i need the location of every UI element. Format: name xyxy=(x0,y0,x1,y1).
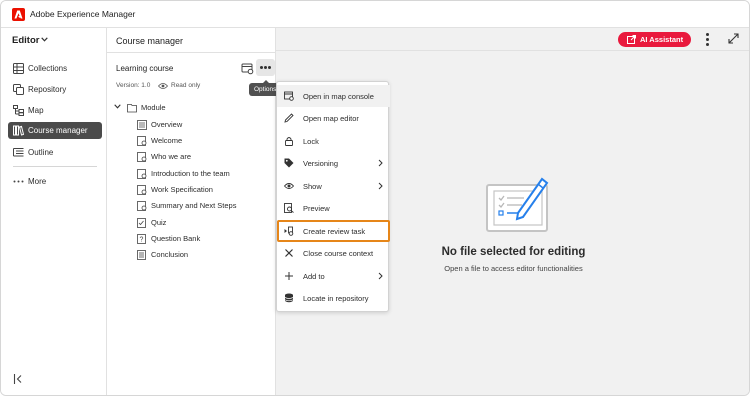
plus-icon xyxy=(285,272,293,280)
adobe-logo-icon xyxy=(12,8,25,21)
pencil-icon xyxy=(284,113,294,123)
tag-icon xyxy=(284,158,294,168)
expand-icon[interactable] xyxy=(728,33,739,44)
ellipsis-icon xyxy=(13,180,24,183)
close-icon xyxy=(285,249,293,257)
options-menu: Open in map console Open map editor Lock… xyxy=(276,81,390,312)
app-header: Adobe Experience Manager xyxy=(1,1,749,28)
outline-icon xyxy=(13,148,24,157)
course-version: Version: 1.0 xyxy=(116,82,151,89)
tree-node-label: Welcome xyxy=(151,136,183,145)
menu-item-locate-in-repository[interactable]: Locate in repository xyxy=(277,287,390,309)
chevron-down-icon[interactable] xyxy=(114,104,121,109)
menu-item-label: Add to xyxy=(303,272,325,281)
menu-item-label: Preview xyxy=(303,204,330,213)
menu-item-preview[interactable]: Preview xyxy=(277,197,390,219)
eye-icon xyxy=(284,183,294,189)
review-task-icon xyxy=(284,226,294,236)
menu-item-label: Open map editor xyxy=(303,114,359,123)
topic-icon xyxy=(137,152,147,162)
left-navigation: Editor Collections Repository Map Course… xyxy=(1,28,107,395)
tree-node-label: Overview xyxy=(151,120,183,129)
course-manager-icon xyxy=(13,125,24,136)
sidebar-item-collections[interactable]: Collections xyxy=(8,60,102,77)
tree-node-label: Who we are xyxy=(151,152,192,161)
topic-icon xyxy=(137,136,147,146)
more-options-icon[interactable] xyxy=(706,33,710,46)
tree-node-label: Summary and Next Steps xyxy=(151,201,237,210)
sidebar-item-label: Course manager xyxy=(28,126,88,135)
chevron-right-icon xyxy=(378,182,383,190)
collections-icon xyxy=(13,63,24,74)
course-name: Learning course xyxy=(116,64,174,73)
menu-item-open-map-editor[interactable]: Open map editor xyxy=(277,107,390,129)
map-icon xyxy=(13,105,24,116)
map-console-icon xyxy=(284,91,294,101)
divider xyxy=(107,52,276,53)
svg-text:?: ? xyxy=(140,237,144,244)
ai-assistant-label: AI Assistant xyxy=(640,35,684,44)
sidebar-item-repository[interactable]: Repository xyxy=(8,81,102,98)
course-manager-panel: Course manager Learning course Version: … xyxy=(107,28,282,395)
sidebar-item-label: Outline xyxy=(28,148,54,157)
tree-node-label: Conclusion xyxy=(151,250,189,259)
menu-item-label: Close course context xyxy=(303,249,374,258)
nav-divider xyxy=(13,166,97,167)
eye-icon xyxy=(158,83,168,89)
lock-icon xyxy=(285,137,293,146)
repository-icon xyxy=(13,84,24,95)
app-window: Adobe Experience Manager Editor Collecti… xyxy=(0,0,750,396)
sidebar-item-label: Collections xyxy=(28,64,68,73)
menu-item-label: Versioning xyxy=(303,159,339,168)
overview-icon xyxy=(137,120,147,130)
panel-title: Course manager xyxy=(116,36,184,46)
topic-icon xyxy=(137,185,147,195)
external-link-icon xyxy=(627,35,636,44)
tree-node-label: Work Specification xyxy=(151,185,213,194)
no-file-illustration-icon xyxy=(486,177,549,232)
menu-item-lock[interactable]: Lock xyxy=(277,130,390,152)
database-icon xyxy=(284,293,294,303)
menu-item-create-review-task[interactable]: Create review task xyxy=(277,220,390,242)
read-only-label: Read only xyxy=(171,82,201,89)
topic-icon xyxy=(137,201,147,211)
sidebar-item-label: Map xyxy=(28,106,44,115)
options-button[interactable] xyxy=(256,59,275,76)
tree-node-label: Quiz xyxy=(151,218,167,227)
editor-mode-selector[interactable]: Editor xyxy=(12,35,39,46)
question-bank-icon: ? xyxy=(137,234,146,244)
sidebar-item-label: More xyxy=(28,177,47,186)
app-title: Adobe Experience Manager xyxy=(30,9,136,19)
ai-assistant-button[interactable]: AI Assistant xyxy=(618,32,691,47)
sidebar-item-course-manager[interactable]: Course manager xyxy=(8,122,102,139)
menu-item-open-in-map-console[interactable]: Open in map console xyxy=(277,85,390,107)
tree-node-label: Question Bank xyxy=(151,234,201,243)
chevron-down-icon[interactable] xyxy=(41,37,48,42)
chevron-right-icon xyxy=(378,272,383,280)
sidebar-item-more[interactable]: More xyxy=(8,173,102,190)
menu-item-versioning[interactable]: Versioning xyxy=(277,152,390,174)
preview-icon xyxy=(284,203,294,213)
menu-item-label: Locate in repository xyxy=(303,294,369,303)
menu-item-label: Create review task xyxy=(303,227,366,236)
sidebar-item-map[interactable]: Map xyxy=(8,102,102,119)
quiz-icon xyxy=(137,218,146,228)
menu-item-label: Open in map console xyxy=(303,92,374,101)
topic-icon xyxy=(137,169,147,179)
sidebar-item-label: Repository xyxy=(28,85,67,94)
chevron-right-icon xyxy=(378,159,383,167)
menu-item-close-course-context[interactable]: Close course context xyxy=(277,242,390,264)
module-icon xyxy=(127,104,137,113)
topic-icon xyxy=(137,250,146,260)
menu-item-label: Show xyxy=(303,182,322,191)
editor-toolbar: AI Assistant xyxy=(276,28,749,51)
collapse-panel-icon[interactable] xyxy=(13,373,25,385)
tree-node-label: Module xyxy=(141,103,166,112)
menu-item-add-to[interactable]: Add to xyxy=(277,265,390,287)
menu-item-show[interactable]: Show xyxy=(277,175,390,197)
map-console-icon[interactable] xyxy=(241,62,254,75)
menu-item-label: Lock xyxy=(303,137,319,146)
sidebar-item-outline[interactable]: Outline xyxy=(8,144,102,161)
tree-node-label: Introduction to the team xyxy=(151,169,230,178)
